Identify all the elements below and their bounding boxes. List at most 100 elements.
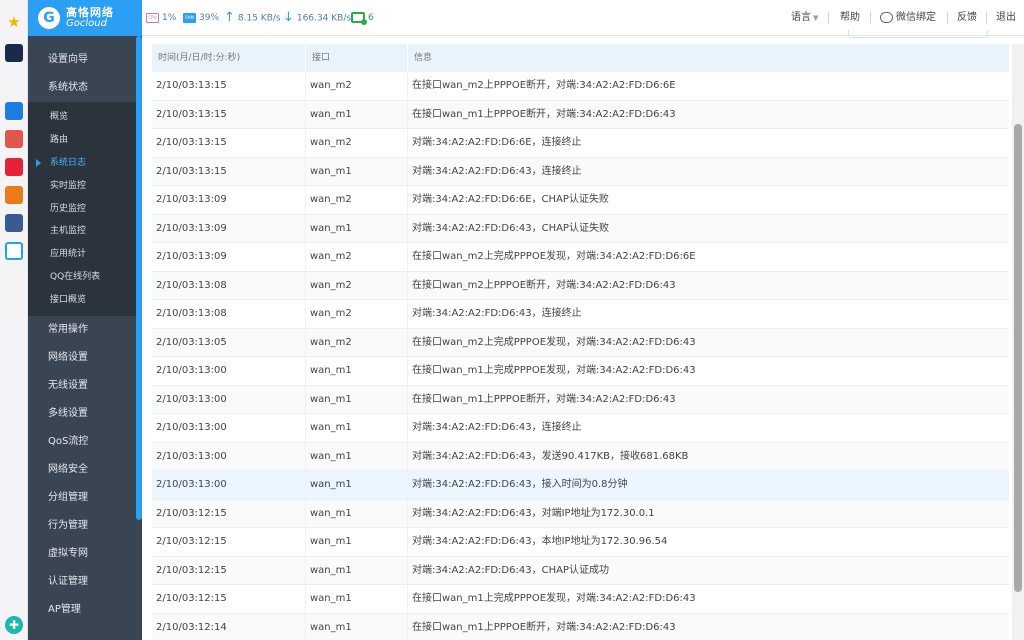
cell-info: 在接口wan_m1上PPPOE断开，对端:34:A2:A2:FD:D6:43	[412, 621, 676, 633]
table-row[interactable]: 2/10/03:12:15 wan_m1 在接口wan_m1上完成PPPOE发现，对…	[152, 585, 1009, 614]
table-row[interactable]: 2/10/03:13:09 wan_m2 对端:34:A2:A2:FD:D6:6E，…	[152, 186, 1009, 215]
sidebar-item-setup-wizard[interactable]: 设置向导	[28, 46, 142, 74]
table-row[interactable]: 2/10/03:12:15 wan_m1 对端:34:A2:A2:FD:D6:43，…	[152, 528, 1009, 557]
app-icon-2[interactable]	[5, 102, 23, 120]
sidebar-item-multiline-settings[interactable]: 多线设置	[28, 400, 142, 428]
logo-text-en: Gocloud	[66, 18, 107, 29]
cell-interface: wan_m2	[306, 72, 408, 100]
app-icon-5[interactable]	[5, 186, 23, 204]
table-row[interactable]: 2/10/03:13:09 wan_m2 在接口wan_m2上完成PPPOE发现，对…	[152, 243, 1009, 272]
table-row[interactable]: 2/10/03:12:15 wan_m1 对端:34:A2:A2:FD:D6:43，…	[152, 556, 1009, 585]
table-header: 时间(月/日/时:分:秒) 接口 信息	[152, 44, 1009, 72]
cell-info: 对端:34:A2:A2:FD:D6:43，接入时间为0.8分钟	[412, 479, 628, 490]
sidebar-sub-system-log[interactable]: 系统日志	[28, 152, 142, 175]
online-devices[interactable]: 6	[351, 11, 374, 25]
table-row[interactable]: 2/10/03:12:14 wan_m1 在接口wan_m1上PPPOE断开，对端:…	[152, 613, 1009, 640]
cell-interface: wan_m2	[306, 328, 408, 356]
ram-value: 39%	[199, 13, 220, 23]
filter-box[interactable]	[848, 30, 988, 38]
brand-logo[interactable]: G 高恪网络 Gocloud	[28, 0, 142, 36]
table-row[interactable]: 2/10/03:13:00 wan_m1 对端:34:A2:A2:FD:D6:43，…	[152, 414, 1009, 443]
cell-time: 2/10/03:13:15	[152, 129, 306, 157]
table-row[interactable]: 2/10/03:13:15 wan_m2 在接口wan_m2上PPPOE断开，对端:…	[152, 72, 1009, 101]
col-header-info[interactable]: 信息	[408, 44, 1009, 72]
cell-time: 2/10/03:13:00	[152, 442, 306, 470]
cpu-value: 1%	[162, 13, 177, 23]
device-icon	[351, 12, 367, 25]
table-row[interactable]: 2/10/03:13:08 wan_m2 在接口wan_m2上PPPOE断开，对端:…	[152, 271, 1009, 300]
language-dropdown[interactable]: 语言 ▼	[791, 11, 818, 25]
sidebar-item-ap-management[interactable]: AP管理	[28, 596, 142, 624]
sidebar-sub-qq-online[interactable]: QQ在线列表	[28, 266, 142, 289]
cell-interface: wan_m1	[306, 100, 408, 128]
sidebar-sub-realtime-monitor[interactable]: 实时监控	[28, 175, 142, 198]
app-icon-6[interactable]	[5, 214, 23, 232]
download-speed: ↓ 166.34 KB/s	[283, 11, 351, 25]
cell-time: 2/10/03:13:15	[152, 157, 306, 185]
sidebar-sub-interface-overview[interactable]: 接口概览	[28, 289, 142, 312]
app-icon-3[interactable]	[5, 130, 23, 148]
chevron-down-icon: ▼	[813, 14, 819, 22]
sidebar-item-wireless-settings[interactable]: 无线设置	[28, 372, 142, 400]
sidebar-item-auth-management[interactable]: 认证管理	[28, 568, 142, 596]
table-row[interactable]: 2/10/03:13:15 wan_m1 对端:34:A2:A2:FD:D6:43，…	[152, 157, 1009, 186]
col-header-interface[interactable]: 接口	[306, 44, 408, 72]
upload-speed: ↑ 8.15 KB/s	[224, 11, 281, 25]
table-row[interactable]: 2/10/03:13:08 wan_m2 对端:34:A2:A2:FD:D6:43，…	[152, 300, 1009, 329]
table-row[interactable]: 2/10/03:13:00 wan_m1 对端:34:A2:A2:FD:D6:43，…	[152, 471, 1009, 500]
cell-time: 2/10/03:12:15	[152, 585, 306, 613]
cell-interface: wan_m1	[306, 499, 408, 527]
sidebar-item-qos[interactable]: QoS流控	[28, 428, 142, 456]
cell-interface: wan_m1	[306, 613, 408, 640]
table-row[interactable]: 2/10/03:13:00 wan_m1 在接口wan_m1上PPPOE断开，对端:…	[152, 385, 1009, 414]
sidebar-sub-host-monitor[interactable]: 主机监控	[28, 220, 142, 243]
table-scrollbar[interactable]	[1012, 44, 1024, 640]
sidebar-item-system-status[interactable]: 系统状态	[28, 74, 142, 102]
cell-time: 2/10/03:12:15	[152, 556, 306, 584]
sidebar-sub-app-stats[interactable]: 应用统计	[28, 243, 142, 266]
table-row[interactable]: 2/10/03:13:00 wan_m1 在接口wan_m1上完成PPPOE发现，对…	[152, 357, 1009, 386]
table-row[interactable]: 2/10/03:13:00 wan_m1 对端:34:A2:A2:FD:D6:43，…	[152, 442, 1009, 471]
app-icon-1[interactable]	[5, 44, 23, 62]
cell-info: 对端:34:A2:A2:FD:D6:43，连接终止	[412, 165, 582, 177]
logout-link[interactable]: 退出	[996, 11, 1016, 25]
cell-interface: wan_m1	[306, 585, 408, 613]
sidebar-item-vpn[interactable]: 虚拟专网	[28, 540, 142, 568]
sidebar-sub-route[interactable]: 路由	[28, 129, 142, 152]
cell-interface: wan_m2	[306, 271, 408, 299]
cell-info: 对端:34:A2:A2:FD:D6:43，本地IP地址为172.30.96.54	[412, 536, 668, 547]
sidebar-item-group-management[interactable]: 分组管理	[28, 484, 142, 512]
star-icon[interactable]: ★	[6, 14, 22, 30]
wechat-label: 微信绑定	[896, 12, 936, 23]
feedback-link[interactable]: 反馈	[957, 11, 977, 25]
app-icon-7[interactable]	[5, 242, 23, 260]
app-icon-4[interactable]	[5, 158, 23, 176]
cell-interface: wan_m1	[306, 385, 408, 413]
sidebar-item-network-security[interactable]: 网络安全	[28, 456, 142, 484]
wechat-bind-link[interactable]: 微信绑定	[880, 11, 936, 25]
sidebar-item-network-settings[interactable]: 网络设置	[28, 344, 142, 372]
sidebar-item-common-ops[interactable]: 常用操作	[28, 316, 142, 344]
cell-interface: wan_m1	[306, 528, 408, 556]
cell-time: 2/10/03:12:15	[152, 499, 306, 527]
sidebar: 设置向导 系统状态 概览 路由 系统日志 实时监控 历史监控 主机监控 应用统计…	[28, 36, 142, 640]
extension-strip: ★	[0, 0, 28, 640]
help-link[interactable]: 帮助	[840, 11, 860, 25]
cell-info: 对端:34:A2:A2:FD:D6:43，连接终止	[412, 422, 582, 433]
cell-interface: wan_m2	[306, 186, 408, 214]
table-row[interactable]: 2/10/03:13:05 wan_m2 在接口wan_m2上完成PPPOE发现，对…	[152, 328, 1009, 357]
customer-service-icon[interactable]: ✚	[5, 616, 23, 634]
table-row[interactable]: 2/10/03:12:15 wan_m1 对端:34:A2:A2:FD:D6:43，…	[152, 499, 1009, 528]
divider	[947, 12, 948, 24]
table-row[interactable]: 2/10/03:13:15 wan_m2 对端:34:A2:A2:FD:D6:6E，…	[152, 129, 1009, 158]
scrollbar-thumb[interactable]	[1014, 124, 1022, 592]
cell-info: 对端:34:A2:A2:FD:D6:6E，CHAP认证失败	[412, 194, 609, 205]
col-header-time[interactable]: 时间(月/日/时:分:秒)	[152, 44, 306, 72]
table-row[interactable]: 2/10/03:13:09 wan_m1 对端:34:A2:A2:FD:D6:43，…	[152, 214, 1009, 243]
cell-time: 2/10/03:13:00	[152, 414, 306, 442]
sidebar-sub-overview[interactable]: 概览	[28, 106, 142, 129]
table-row[interactable]: 2/10/03:13:15 wan_m1 在接口wan_m1上PPPOE断开，对端:…	[152, 100, 1009, 129]
cell-interface: wan_m1	[306, 442, 408, 470]
sidebar-item-behavior-management[interactable]: 行为管理	[28, 512, 142, 540]
sidebar-sub-history-monitor[interactable]: 历史监控	[28, 198, 142, 221]
